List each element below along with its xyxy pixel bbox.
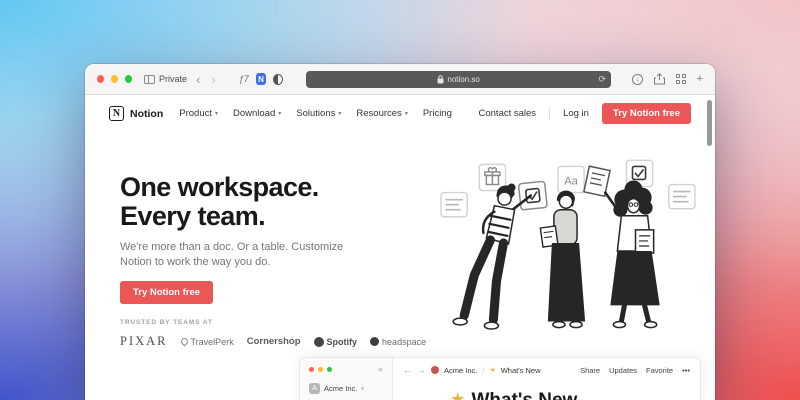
back-arrow-icon[interactable]: ← (403, 365, 412, 375)
spotify-icon (313, 336, 324, 347)
updates-button[interactable]: Updates (609, 366, 637, 375)
more-options-icon[interactable]: ••• (682, 366, 690, 375)
browser-window: Private ‹ › ƒ7 N notion.so ⟳ ↓ + N Notio… (85, 64, 715, 400)
notion-logo-icon[interactable]: N (109, 106, 124, 121)
try-notion-free-button[interactable]: Try Notion free (601, 103, 691, 124)
workspace-name: Acme Inc. (324, 384, 358, 393)
hero-illustration: Aa (440, 159, 696, 330)
hero-cta-button[interactable]: Try Notion free (120, 281, 214, 305)
brand-name[interactable]: Notion (130, 108, 163, 120)
share-button[interactable]: Share (580, 366, 600, 375)
hero-headline: One workspace. Every team. (120, 172, 440, 232)
lock-icon (437, 74, 444, 83)
app-topbar: ← → Acme Inc. / ★ What's New Share Updat… (403, 365, 690, 375)
workspace-switcher[interactable]: A Acme Inc. ▾ (309, 383, 383, 394)
sidebar-icon (144, 74, 156, 84)
nav-menu: Product ▾ Download ▾ Solutions ▾ Resourc… (179, 108, 452, 119)
workspace-avatar (431, 366, 439, 374)
subtext-line2: Notion to work the way you do. (120, 255, 271, 268)
workspace-avatar: A (309, 383, 320, 394)
close-button (309, 367, 314, 372)
trusted-by-label: TRUSTED BY TEAMS AT (120, 319, 213, 327)
zoom-button[interactable] (125, 75, 133, 83)
app-main: ← → Acme Inc. / ★ What's New Share Updat… (393, 358, 700, 400)
headline-line2: Every team. (120, 201, 266, 232)
divider (549, 107, 551, 120)
contact-sales-link[interactable]: Contact sales (479, 108, 537, 119)
private-browsing-chip[interactable]: Private (144, 74, 187, 84)
chevron-down-icon: ▾ (404, 111, 408, 117)
hero-section: One workspace. Every team. We're more th… (120, 172, 440, 349)
logo-pixar: PIXAR (120, 334, 168, 349)
chevron-down-icon: ▾ (215, 111, 219, 117)
zoom-button (327, 367, 332, 372)
new-tab-button[interactable]: + (697, 73, 703, 85)
login-link[interactable]: Log in (563, 108, 589, 119)
site-navbar: N Notion Product ▾ Download ▾ Solutions … (85, 95, 715, 132)
notion-page: N Notion Product ▾ Download ▾ Solutions … (85, 95, 715, 400)
headline-line1: One workspace. (120, 172, 319, 202)
forward-button[interactable]: › (209, 73, 217, 86)
page-heading: ★ What's New (403, 390, 690, 400)
minimize-button (318, 367, 323, 372)
nav-item-pricing[interactable]: Pricing (423, 108, 452, 119)
collapse-sidebar-icon[interactable]: « (378, 365, 383, 374)
back-button[interactable]: ‹ (194, 73, 202, 86)
private-label: Private (159, 74, 188, 84)
logo-headspace: headspace (370, 337, 426, 347)
minimize-button[interactable] (111, 75, 119, 83)
toolbar-right-icons: ↓ + (632, 73, 703, 85)
extension-shield-icon[interactable] (273, 73, 284, 85)
nav-item-label: Pricing (422, 108, 452, 119)
page-icon: ★ (489, 367, 496, 374)
navbar-right: Contact sales Log in Try Notion free (479, 103, 691, 124)
chevron-down-icon: ▾ (361, 385, 364, 392)
favorite-button[interactable]: Favorite (646, 366, 673, 375)
breadcrumb-page[interactable]: What's New (501, 366, 541, 375)
breadcrumb-separator: / (482, 365, 485, 375)
breadcrumb-workspace[interactable]: Acme Inc. (444, 366, 477, 375)
share-button[interactable] (654, 73, 666, 85)
extension-script-icon[interactable]: ƒ7 (239, 74, 249, 84)
headspace-icon (370, 337, 380, 347)
forward-arrow-icon[interactable]: → (417, 365, 426, 375)
nav-item-download[interactable]: Download ▾ (233, 108, 281, 119)
pin-icon (179, 336, 189, 347)
logo-cornershop: Cornershop (246, 336, 301, 348)
browser-scrollbar[interactable] (707, 100, 712, 146)
subtext-line1: We're more than a doc. Or a table. Custo… (120, 241, 344, 254)
nav-item-solutions[interactable]: Solutions ▾ (296, 108, 341, 119)
chevron-down-icon: ▾ (338, 111, 342, 117)
downloads-button[interactable]: ↓ (632, 73, 644, 85)
extension-clipper-icon[interactable]: N (255, 73, 267, 85)
nav-item-product[interactable]: Product ▾ (179, 108, 218, 119)
logo-spotify: Spotify (313, 336, 357, 347)
refresh-icon[interactable]: ⟳ (599, 74, 607, 85)
nav-item-label: Download (233, 108, 276, 119)
app-preview-window: « A Acme Inc. ▾ Quick Find ← → Acme Inc. (300, 358, 700, 400)
page-heading-icon: ★ (451, 391, 465, 400)
page-actions: Share Updates Favorite ••• (580, 366, 690, 375)
nav-item-label: Product (179, 108, 212, 119)
app-window-controls: « (309, 365, 383, 374)
url-text: notion.so (447, 74, 480, 84)
svg-text:Aa: Aa (564, 176, 578, 188)
nav-item-label: Solutions (296, 108, 336, 119)
close-button[interactable] (97, 75, 105, 83)
nav-item-resources[interactable]: Resources ▾ (356, 108, 407, 119)
app-sidebar: « A Acme Inc. ▾ Quick Find (300, 358, 393, 400)
address-bar[interactable]: notion.so ⟳ (306, 70, 612, 88)
chevron-down-icon: ▾ (278, 111, 282, 117)
nav-item-label: Resources (356, 108, 402, 119)
hero-subtext: We're more than a doc. Or a table. Custo… (120, 240, 440, 269)
browser-toolbar: Private ‹ › ƒ7 N notion.so ⟳ ↓ + (85, 64, 715, 95)
tab-overview-button[interactable] (676, 74, 686, 84)
customer-logos: PIXAR TravelPerk Cornershop Spotify head… (120, 334, 440, 349)
logo-travelperk: TravelPerk (179, 336, 234, 347)
